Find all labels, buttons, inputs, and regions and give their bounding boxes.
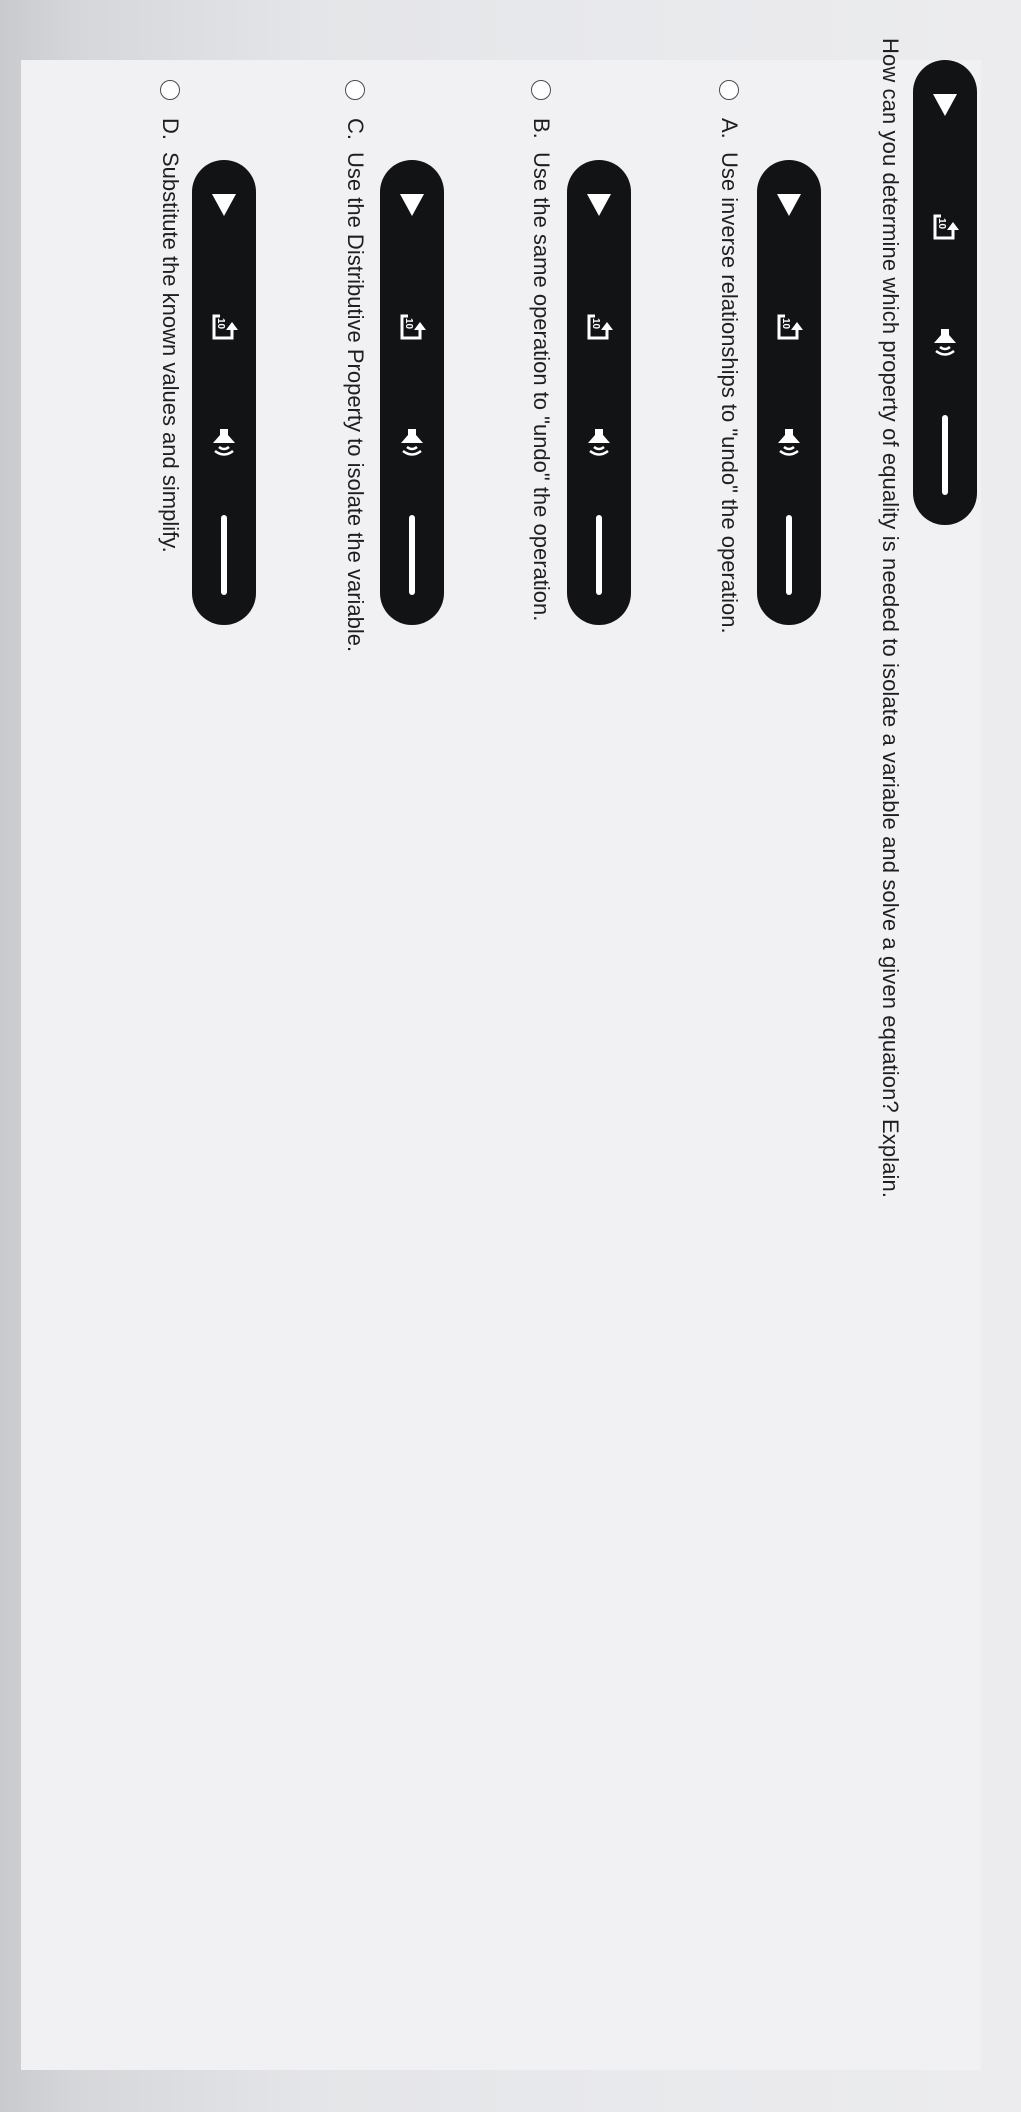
option-b-letter: B. <box>529 118 554 139</box>
option-b-text: Use the same operation to "undo" the ope… <box>529 152 554 622</box>
page: 10 How can you determine which property … <box>0 0 1021 2112</box>
play-icon[interactable] <box>587 194 611 216</box>
play-icon[interactable] <box>400 194 424 216</box>
option-a-radio[interactable] <box>719 80 739 100</box>
svg-text:10: 10 <box>936 218 947 230</box>
volume-icon[interactable] <box>208 425 240 461</box>
play-icon[interactable] <box>212 194 236 216</box>
audio-progress-bar[interactable] <box>942 415 948 495</box>
option-d-radio[interactable] <box>160 80 180 100</box>
option-a-letter: A. <box>717 118 742 139</box>
rewind-10-icon[interactable]: 10 <box>929 210 961 246</box>
audio-progress-bar[interactable] <box>221 515 227 595</box>
rewind-10-icon[interactable]: 10 <box>208 310 240 346</box>
question-content: 10 How can you determine which property … <box>0 0 1021 2112</box>
option-c-audio-player: 10 <box>380 160 444 625</box>
option-b-radio[interactable] <box>531 80 551 100</box>
volume-icon[interactable] <box>396 425 428 461</box>
svg-text:10: 10 <box>590 318 601 330</box>
svg-text:10: 10 <box>403 318 414 330</box>
rewind-10-icon[interactable]: 10 <box>396 310 428 346</box>
option-d-audio-player: 10 <box>192 160 256 625</box>
svg-text:10: 10 <box>215 318 226 330</box>
option-b[interactable]: B. Use the same operation to "undo" the … <box>526 80 556 621</box>
option-c-radio[interactable] <box>345 80 365 100</box>
option-d-letter: D. <box>158 118 183 140</box>
option-c-letter: C. <box>343 118 368 140</box>
volume-icon[interactable] <box>929 325 961 361</box>
question-audio-player: 10 <box>913 60 977 525</box>
option-c-text: Use the Distributive Property to isolate… <box>343 152 368 653</box>
rewind-10-icon[interactable]: 10 <box>583 310 615 346</box>
option-b-audio-player: 10 <box>567 160 631 625</box>
volume-icon[interactable] <box>583 425 615 461</box>
play-icon[interactable] <box>777 194 801 216</box>
option-a-text: Use inverse relationships to "undo" the … <box>717 152 742 634</box>
audio-progress-bar[interactable] <box>786 515 792 595</box>
option-a-audio-player: 10 <box>757 160 821 625</box>
question-text: How can you determine which property of … <box>878 38 903 1199</box>
volume-icon[interactable] <box>773 425 805 461</box>
audio-progress-bar[interactable] <box>409 515 415 595</box>
option-c[interactable]: C. Use the Distributive Property to isol… <box>340 80 370 652</box>
rewind-10-icon[interactable]: 10 <box>773 310 805 346</box>
option-a[interactable]: A. Use inverse relationships to "undo" t… <box>714 80 744 634</box>
option-d[interactable]: D. Substitute the known values and simpl… <box>155 80 185 553</box>
audio-progress-bar[interactable] <box>596 515 602 595</box>
play-icon[interactable] <box>933 94 957 116</box>
option-d-text: Substitute the known values and simplify… <box>158 152 183 553</box>
svg-text:10: 10 <box>780 318 791 330</box>
